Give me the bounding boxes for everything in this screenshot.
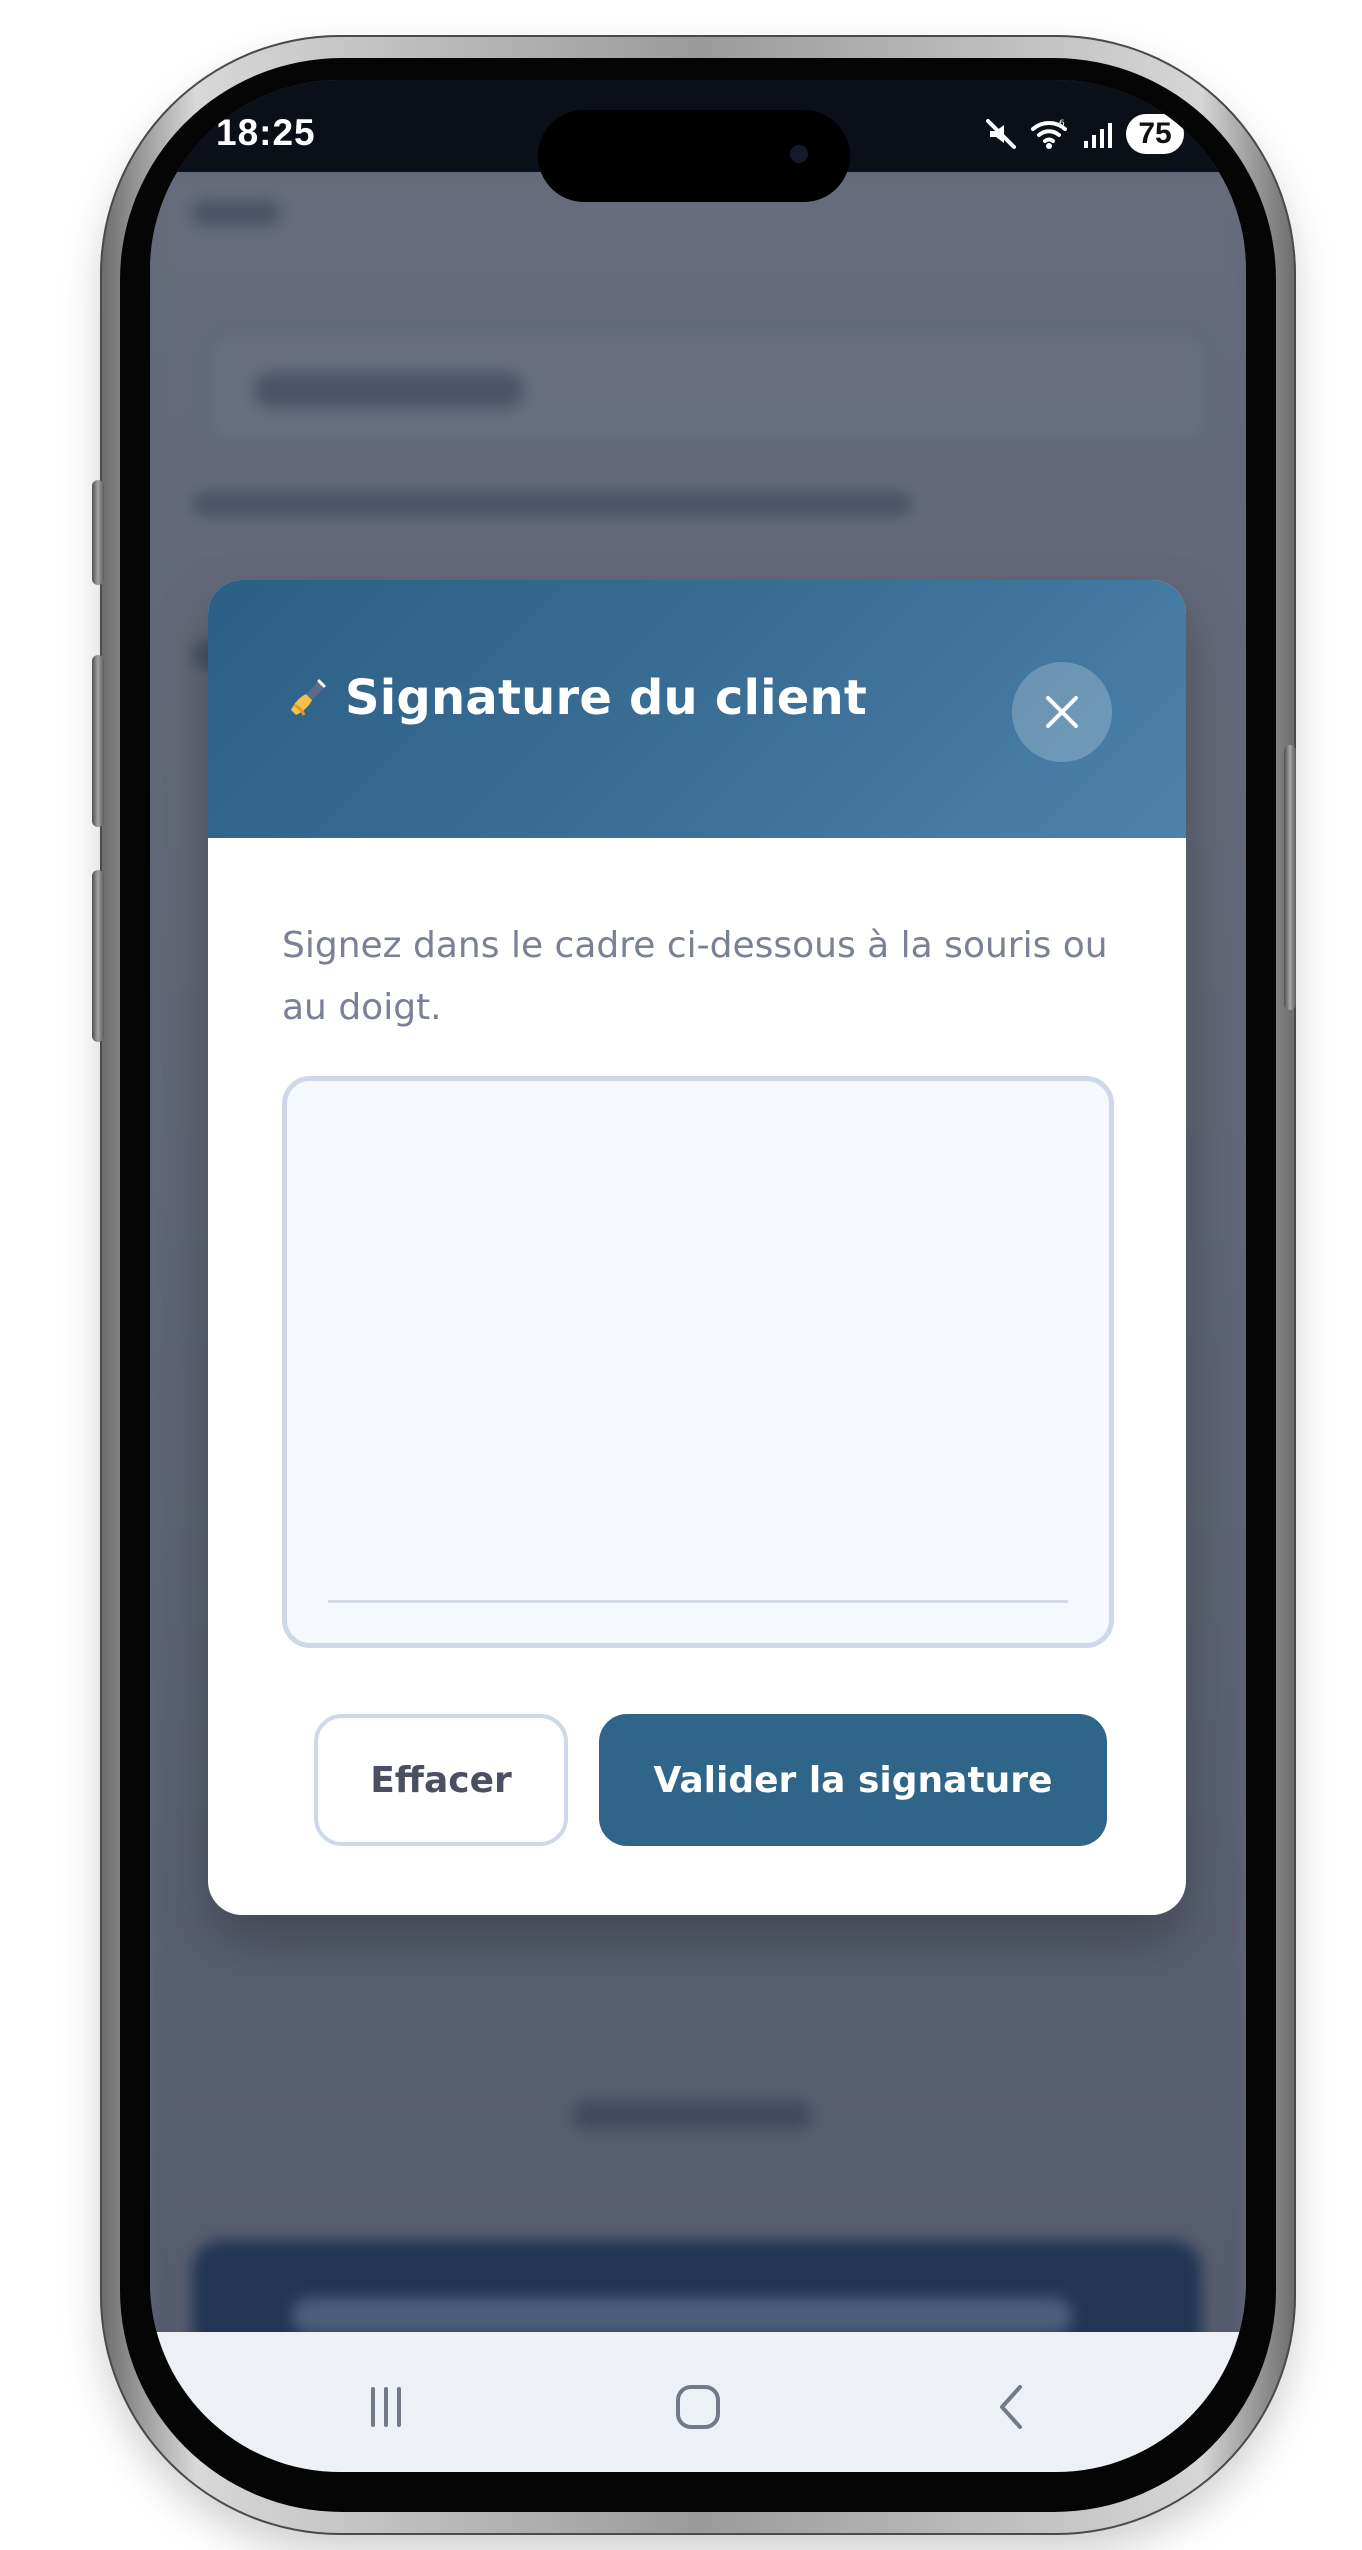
modal-body: Signez dans le cadre ci-dessous à la sou…	[208, 838, 1186, 1915]
home-button[interactable]	[648, 2372, 748, 2442]
android-navigation-bar	[150, 2332, 1246, 2472]
mute-icon	[986, 119, 1016, 149]
signature-modal: Signature du client Signez dans le cadre…	[208, 580, 1186, 1915]
action-button[interactable]	[92, 480, 104, 585]
recent-apps-button[interactable]	[336, 2372, 436, 2442]
modal-header: Signature du client	[208, 580, 1186, 838]
close-button[interactable]	[1012, 662, 1112, 762]
clear-signature-button[interactable]: Effacer	[314, 1714, 568, 1846]
recent-apps-icon	[371, 2387, 401, 2427]
signature-baseline	[328, 1600, 1068, 1603]
signature-instruction: Signez dans le cadre ci-dessous à la sou…	[282, 925, 1108, 1028]
signature-pad[interactable]	[282, 1076, 1114, 1648]
pen-icon	[291, 679, 326, 716]
close-icon	[1046, 696, 1078, 728]
home-icon	[676, 2385, 720, 2429]
signal-icon	[1084, 123, 1112, 148]
front-camera-icon	[790, 145, 808, 163]
dynamic-island	[538, 110, 850, 202]
power-button[interactable]	[1284, 745, 1296, 1010]
modal-title-group: Signature du client	[283, 670, 867, 726]
modal-title: Signature du client	[345, 670, 868, 726]
status-icons: 6 75	[984, 112, 1184, 156]
wifi-icon: 6	[1031, 119, 1067, 149]
svg-text:6: 6	[1059, 119, 1065, 129]
phone-screen: 18:25 6 75 Signature du client Signez da…	[150, 80, 1246, 2472]
status-bar: 18:25 6 75	[150, 80, 1246, 202]
battery-badge: 75	[1126, 114, 1184, 154]
validate-signature-button[interactable]: Valider la signature	[599, 1714, 1107, 1846]
volume-up-button[interactable]	[92, 655, 104, 827]
back-icon	[1000, 2385, 1022, 2429]
back-button[interactable]	[962, 2372, 1062, 2442]
volume-down-button[interactable]	[92, 870, 104, 1042]
status-time: 18:25	[216, 112, 316, 153]
